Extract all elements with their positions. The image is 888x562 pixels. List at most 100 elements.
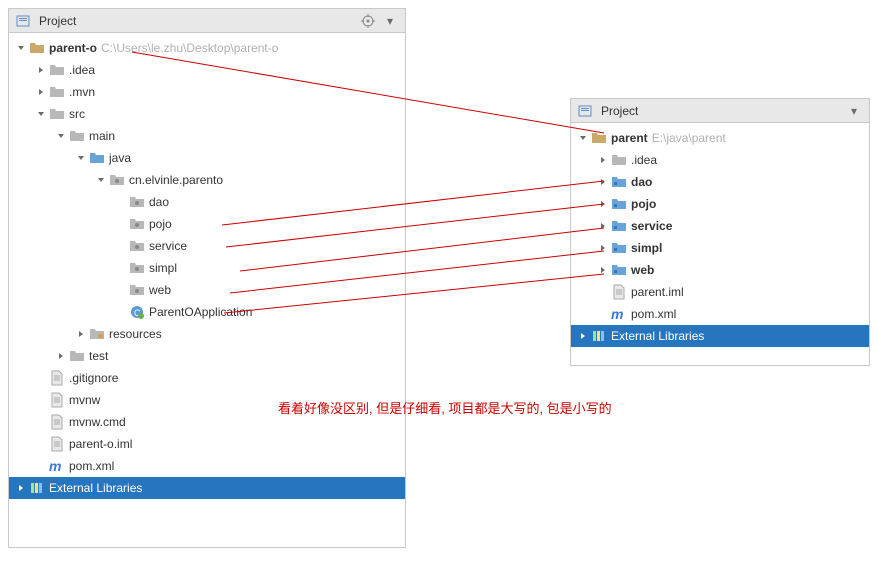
chevron-right-icon[interactable] [15, 482, 27, 494]
tree-item-label: dao [149, 195, 169, 209]
chevron-down-icon[interactable] [75, 152, 87, 164]
chevron-down-icon[interactable] [35, 108, 47, 120]
annotation-text: 看着好像没区别, 但是仔细看, 项目都是大写的, 包是小写的 [278, 398, 612, 417]
folder-gray-icon [49, 106, 65, 122]
tree-row[interactable]: src [9, 103, 405, 125]
chevron-blank [115, 218, 127, 230]
file-icon [49, 370, 65, 386]
tree-item-label: .gitignore [69, 371, 118, 385]
tree-row[interactable]: resources [9, 323, 405, 345]
chevron-down-icon[interactable] [577, 132, 589, 144]
folder-icon [591, 130, 607, 146]
tree-item-label: parent.iml [631, 285, 684, 299]
tree-item-label: simpl [631, 241, 662, 255]
tree-row[interactable]: m pom.xml [571, 303, 869, 325]
tree-row[interactable]: parentE:\java\parent [571, 127, 869, 149]
tree-row[interactable]: parent-oC:\Users\le.zhu\Desktop\parent-o [9, 37, 405, 59]
chevron-right-icon[interactable] [597, 220, 609, 232]
chevron-blank [115, 262, 127, 274]
tree-row[interactable]: web [571, 259, 869, 281]
tree-row[interactable]: parent.iml [571, 281, 869, 303]
chevron-blank [115, 196, 127, 208]
libs-icon [29, 480, 45, 496]
chevron-blank [35, 438, 47, 450]
project-pane-right: Project ▾ parentE:\java\parent.ideadao po… [570, 98, 870, 366]
maven-icon: m [49, 458, 65, 474]
tree-row[interactable]: cn.elvinle.parento [9, 169, 405, 191]
tree-row[interactable]: External Libraries [571, 325, 869, 347]
svg-text:m: m [49, 458, 61, 474]
chevron-right-icon[interactable] [55, 350, 67, 362]
module-icon [611, 240, 627, 256]
file-icon [49, 436, 65, 452]
tree-row[interactable]: pojo [571, 193, 869, 215]
tree-row[interactable]: m pom.xml [9, 455, 405, 477]
chevron-right-icon[interactable] [597, 176, 609, 188]
tree-row[interactable]: External Libraries [9, 477, 405, 499]
project-tree-left: parent-oC:\Users\le.zhu\Desktop\parent-o… [9, 33, 405, 503]
chevron-right-icon[interactable] [597, 154, 609, 166]
chevron-right-icon[interactable] [75, 328, 87, 340]
tree-item-label: cn.elvinle.parento [129, 173, 223, 187]
tree-row[interactable]: .gitignore [9, 367, 405, 389]
chevron-right-icon[interactable] [35, 86, 47, 98]
tree-item-label: pom.xml [631, 307, 676, 321]
dropdown-icon[interactable]: ▾ [845, 102, 863, 120]
package-icon [109, 172, 125, 188]
module-icon [611, 218, 627, 234]
tree-row[interactable]: service [9, 235, 405, 257]
folder-gray-icon [69, 128, 85, 144]
tree-item-label: mvnw.cmd [69, 415, 126, 429]
tree-row[interactable]: dao [571, 171, 869, 193]
class-icon: C [129, 304, 145, 320]
chevron-down-icon[interactable] [55, 130, 67, 142]
chevron-right-icon[interactable] [597, 242, 609, 254]
folder-gray-icon [49, 62, 65, 78]
tree-row[interactable]: simpl [9, 257, 405, 279]
project-icon [15, 13, 31, 29]
tree-row[interactable]: test [9, 345, 405, 367]
folder-blue-icon [89, 150, 105, 166]
chevron-right-icon[interactable] [597, 198, 609, 210]
tree-row[interactable]: web [9, 279, 405, 301]
tree-row[interactable]: main [9, 125, 405, 147]
pane-header: Project ▾ [571, 99, 869, 123]
chevron-right-icon[interactable] [35, 64, 47, 76]
tree-item-label: External Libraries [611, 329, 704, 343]
package-icon [129, 216, 145, 232]
tree-row[interactable]: dao [9, 191, 405, 213]
tree-item-label: service [149, 239, 187, 253]
tree-row[interactable]: parent-o.iml [9, 433, 405, 455]
project-icon [577, 103, 593, 119]
tree-item-label: pojo [631, 197, 656, 211]
chevron-blank [35, 460, 47, 472]
tree-item-label: main [89, 129, 115, 143]
package-icon [129, 282, 145, 298]
chevron-blank [597, 286, 609, 298]
chevron-blank [115, 284, 127, 296]
tree-row[interactable]: service [571, 215, 869, 237]
maven-icon: m [611, 306, 627, 322]
chevron-down-icon[interactable] [95, 174, 107, 186]
pane-header: Project ▾ [9, 9, 405, 33]
tree-row[interactable]: java [9, 147, 405, 169]
tree-row[interactable]: .idea [571, 149, 869, 171]
tree-item-label: src [69, 107, 85, 121]
tree-item-label: pom.xml [69, 459, 114, 473]
file-icon [611, 284, 627, 300]
tree-row[interactable]: simpl [571, 237, 869, 259]
folder-gray-icon [49, 84, 65, 100]
tree-row[interactable]: .mvn [9, 81, 405, 103]
tree-row[interactable]: .idea [9, 59, 405, 81]
tree-row[interactable]: pojo [9, 213, 405, 235]
tree-item-label: test [89, 349, 108, 363]
target-icon[interactable] [359, 12, 377, 30]
tree-row[interactable]: CParentOApplication [9, 301, 405, 323]
tree-item-label: parent-o [49, 41, 97, 55]
tree-item-label: parent [611, 131, 648, 145]
package-icon [129, 238, 145, 254]
chevron-down-icon[interactable] [15, 42, 27, 54]
dropdown-icon[interactable]: ▾ [381, 12, 399, 30]
chevron-right-icon[interactable] [597, 264, 609, 276]
chevron-right-icon[interactable] [577, 330, 589, 342]
